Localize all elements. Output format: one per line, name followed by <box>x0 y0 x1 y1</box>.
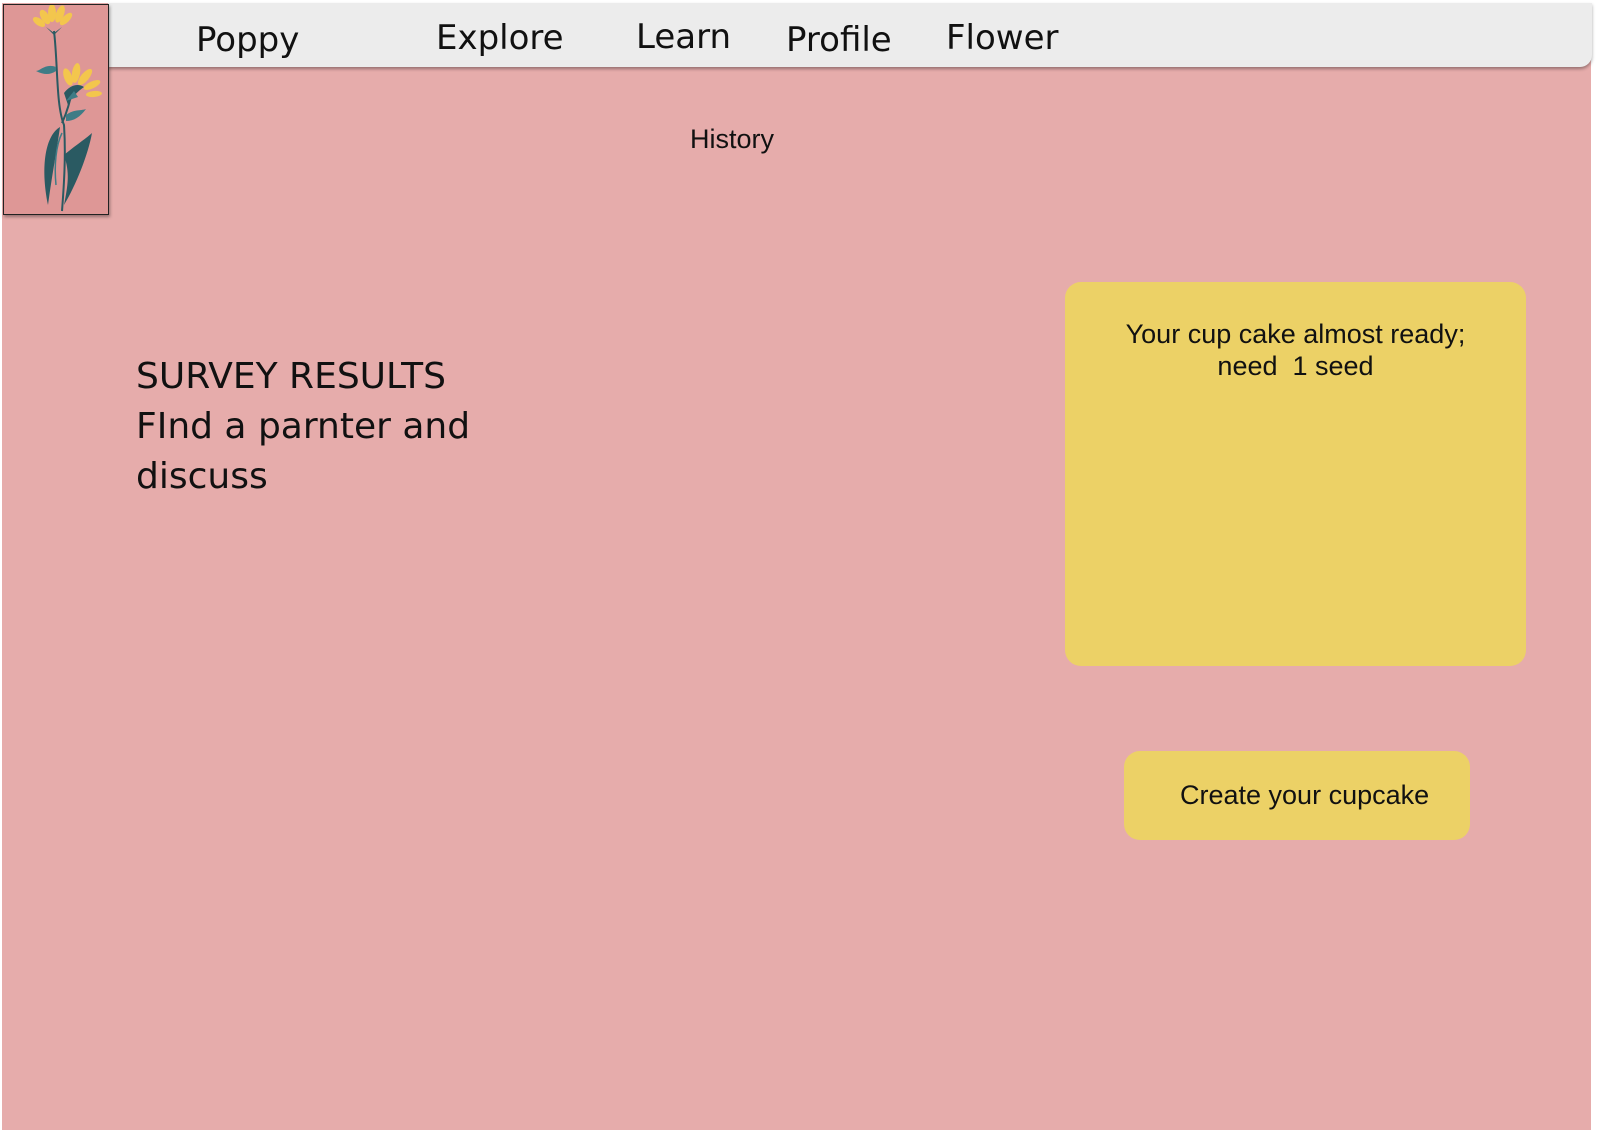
nav-item-profile[interactable]: Profile <box>786 23 892 57</box>
create-cupcake-button[interactable]: Create your cupcake <box>1124 751 1470 840</box>
status-line: Your cup cake almost ready; <box>1125 319 1466 349</box>
cupcake-status-text: Your cup cake almost ready; need 1 seed <box>1065 318 1526 382</box>
logo-panel[interactable] <box>3 4 109 215</box>
nav-item-learn[interactable]: Learn <box>636 20 731 54</box>
nav-item-explore[interactable]: Explore <box>436 21 564 55</box>
nav-brand-poppy[interactable]: Poppy <box>196 23 299 57</box>
survey-results-text: SURVEY RESULTS FInd a parnter and discus… <box>136 352 516 502</box>
survey-heading: SURVEY RESULTS <box>136 356 446 397</box>
survey-instruction-line: discuss <box>136 456 268 497</box>
flower-illustration-icon <box>32 5 102 212</box>
status-line: need 1 seed <box>1217 351 1374 381</box>
cupcake-status-card: Your cup cake almost ready; need 1 seed <box>1065 282 1526 666</box>
page-subtitle-history: History <box>690 124 775 154</box>
top-navigation-bar: Poppy Explore Learn Profile Flower <box>108 3 1592 67</box>
nav-item-flower[interactable]: Flower <box>946 21 1059 55</box>
survey-instruction-line: FInd a parnter and <box>136 406 471 447</box>
